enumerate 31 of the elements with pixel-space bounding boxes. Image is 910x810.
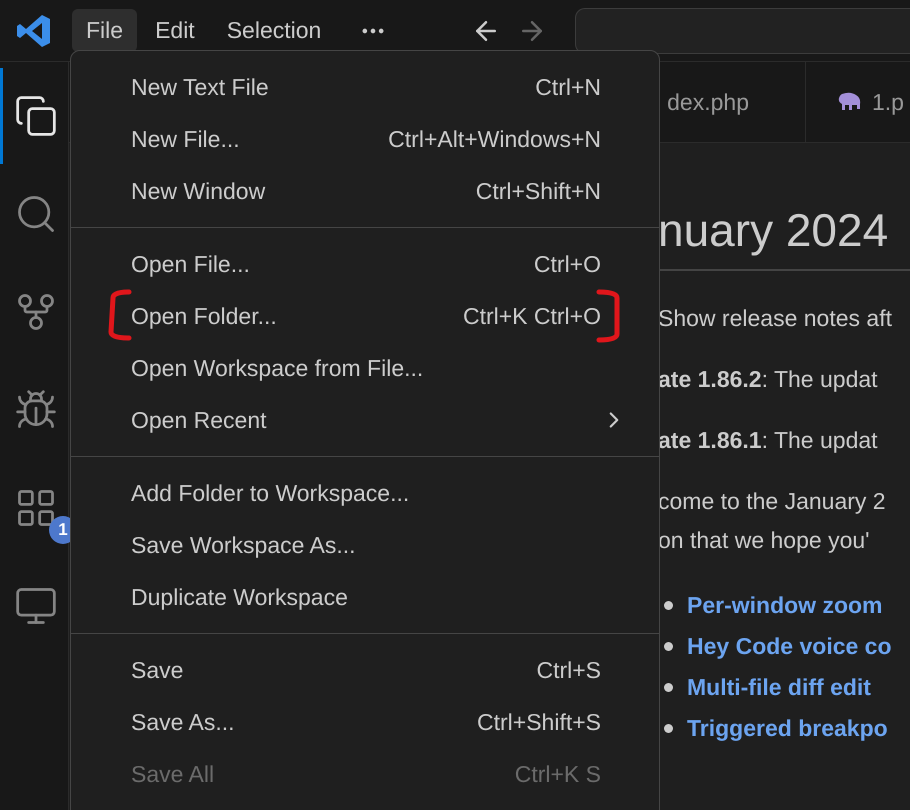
files-icon[interactable] (14, 94, 58, 138)
feature-link[interactable]: Multi-file diff edit (687, 674, 871, 701)
menu-bar-item[interactable]: File (72, 9, 138, 52)
editor-tab[interactable]: 1.p (806, 62, 910, 142)
bullet-icon (664, 724, 673, 733)
bullet-icon (664, 683, 673, 692)
menu-bar-item[interactable]: Edit (141, 9, 209, 52)
menu-item[interactable]: Save Ctrl+S (71, 644, 659, 696)
menu-item[interactable]: Open Recent (71, 394, 659, 446)
menu-item[interactable]: Open Folder... Ctrl+K Ctrl+O (71, 290, 659, 342)
paragraph-text: Show release notes aft (658, 305, 893, 332)
paragraph-text: ate 1.86.1: The updat (658, 427, 879, 454)
menu-item[interactable]: New File... Ctrl+Alt+Windows+N (71, 113, 659, 165)
menu-item[interactable]: Duplicate Workspace (71, 571, 659, 623)
paragraph-text: ate 1.86.2: The updat (658, 366, 879, 393)
feature-link[interactable]: Triggered breakpo (687, 715, 888, 742)
search-field[interactable] (575, 8, 910, 54)
menu-bar-item[interactable]: Selection (212, 9, 336, 52)
elephant-icon (836, 92, 862, 112)
app-logo-icon (16, 12, 52, 48)
bullet-icon (664, 601, 673, 610)
menu-item[interactable]: New Window Ctrl+Shift+N (71, 165, 659, 217)
feature-link[interactable]: Hey Code voice co (687, 633, 892, 660)
menu-item[interactable]: New Text File Ctrl+N (71, 61, 659, 113)
menu-item[interactable]: Open File... Ctrl+O (71, 238, 659, 290)
bullet-icon (664, 642, 673, 651)
menu-item[interactable]: Add Folder to Workspace... (71, 467, 659, 519)
menu-item[interactable]: Save As... Ctrl+Shift+S (71, 696, 659, 748)
feature-link[interactable]: Per-window zoom (687, 592, 882, 619)
menu-item[interactable]: Open Workspace from File... (71, 342, 659, 394)
paragraph-text: come to the January 2 (658, 488, 887, 515)
